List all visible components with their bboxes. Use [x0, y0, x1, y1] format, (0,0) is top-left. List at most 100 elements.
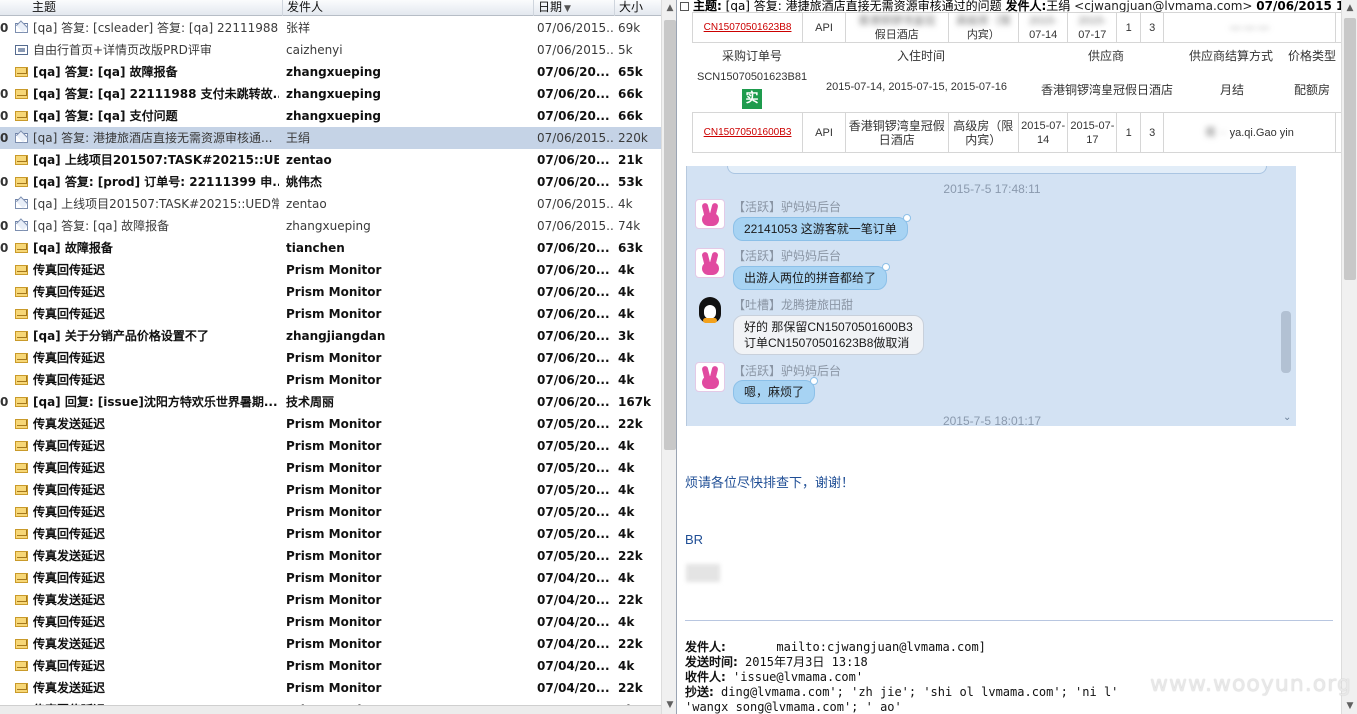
message-row[interactable]: 0 [qa] 答复: 港捷旅酒店直接无需资源审核通... 王绢 07/06/2015.… — [0, 127, 661, 149]
message-row[interactable]: [qa] 上线项目201507:TASK#20215::UED常... zenta… — [0, 193, 661, 215]
message-size: 66k — [618, 109, 643, 123]
message-row[interactable]: 0 [qa] 答复: [csleader] 答复: [qa] 22111988 .… — [0, 17, 661, 39]
message-row[interactable]: 传真回传延迟 Prism Monitor 07/06/20... 4k — [0, 259, 661, 281]
message-from: Prism Monitor — [286, 351, 382, 365]
order-qty-2: 1 — [1116, 112, 1141, 153]
order-qty: 1 — [1116, 12, 1141, 43]
previous-bubble — [727, 166, 1267, 174]
order-link[interactable]: CN15070501623B8 — [704, 22, 792, 33]
message-size: 22k — [618, 637, 643, 651]
column-header-from[interactable]: 发件人 — [282, 0, 533, 16]
message-row[interactable]: 传真回传延迟 Prism Monitor 07/05/20... 4k — [0, 479, 661, 501]
watermark: www.wooyun.org — [1150, 672, 1352, 697]
message-subject: [qa] 上线项目201507:TASK#20215::UED常... — [33, 197, 279, 211]
message-from: Prism Monitor — [286, 681, 382, 695]
message-list-hscrollbar[interactable] — [0, 705, 661, 714]
message-row[interactable]: 传真发送延迟 Prism Monitor 07/04/20... 22k — [0, 633, 661, 655]
message-row[interactable]: 传真发送延迟 Prism Monitor 07/04/20... 22k — [0, 677, 661, 699]
message-date: 07/06/2015... — [537, 43, 614, 57]
purchase-supplier: 香港铜锣湾皇冠假日酒店 — [1041, 83, 1174, 97]
message-size: 4k — [618, 505, 635, 519]
message-row[interactable]: 传真回传延迟 Prism Monitor 07/06/20... 4k — [0, 369, 661, 391]
message-date: 07/05/20... — [537, 549, 610, 563]
meta-sent-value: 2015年7月3日 13:18 — [745, 655, 868, 669]
attachment-flag-icon: 0 — [0, 109, 9, 123]
chat-text-2: 出游人两位的拼音都给了 — [744, 271, 877, 285]
message-row[interactable]: [qa] 关于分销产品价格设置不了 zhangjiangdan 07/06/20..… — [0, 325, 661, 347]
message-row[interactable]: 传真回传延迟 Prism Monitor 07/04/20... 4k — [0, 655, 661, 677]
message-row[interactable]: 传真回传延迟 Prism Monitor 07/04/20... 4k — [0, 567, 661, 589]
message-row[interactable]: 0 [qa] 答复: [qa] 22111988 支付未跳转故... zhangxu… — [0, 83, 661, 105]
scroll-thumb[interactable] — [1344, 18, 1356, 280]
message-list-scrollbar[interactable]: ▲ ▼ — [661, 0, 676, 714]
message-row[interactable]: 传真回传延迟 Prism Monitor 07/06/20... 4k — [0, 347, 661, 369]
message-row[interactable]: 传真发送延迟 Prism Monitor 07/05/20... 22k — [0, 413, 661, 435]
message-size: 4k — [618, 461, 635, 475]
scroll-down-arrow-icon[interactable]: ▼ — [1342, 698, 1357, 714]
message-row[interactable]: [qa] 答复: [qa] 故障报备 zhangxueping 07/06/20..… — [0, 61, 661, 83]
message-row[interactable]: 传真回传延迟 Prism Monitor 07/05/20... 4k — [0, 523, 661, 545]
message-subject: 传真回传延迟 — [33, 483, 106, 497]
unread-envelope-icon — [15, 529, 28, 539]
scroll-down-arrow-icon[interactable]: ▼ — [662, 697, 676, 714]
message-row[interactable]: 传真回传延迟 Prism Monitor 07/05/20... 4k — [0, 457, 661, 479]
message-row[interactable]: 传真回传延迟 Prism Monitor 07/05/20... 4k — [0, 501, 661, 523]
message-date: 07/06/2015... — [537, 197, 614, 211]
message-from: zhangxueping — [286, 87, 382, 101]
attachment-flag-icon: 0 — [0, 131, 9, 145]
column-header-subject[interactable]: 主题 — [0, 0, 282, 16]
unread-envelope-icon — [15, 177, 28, 187]
message-subject: [qa] 答复: [csleader] 答复: [qa] 22111988 ..… — [33, 21, 279, 35]
message-row[interactable]: 传真回传延迟 Prism Monitor 07/06/20... 4k — [0, 281, 661, 303]
reading-pane-scrollbar[interactable]: ▲ ▼ — [1341, 0, 1357, 714]
message-row[interactable]: 0 [qa] 回复: [issue]沈阳方特欢乐世界暑期... 技术周丽 07/06/… — [0, 391, 661, 413]
message-size: 4k — [618, 285, 635, 299]
message-subject: [qa] 答复: [qa] 支付问题 — [33, 109, 178, 123]
message-from: Prism Monitor — [286, 571, 382, 585]
message-size: 22k — [618, 417, 643, 431]
scroll-thumb[interactable] — [664, 20, 676, 450]
message-from: Prism Monitor — [286, 615, 382, 629]
message-row[interactable]: 0 [qa] 答复: [qa] 支付问题 zhangxueping 07/06/20.… — [0, 105, 661, 127]
message-row[interactable]: 0 [qa] 故障报备 tianchen 07/06/20... 63k — [0, 237, 661, 259]
unread-envelope-icon — [15, 67, 28, 77]
message-row[interactable]: 自由行首页+详情页改版PRD评审 caizhenyi 07/06/2015... 5k — [0, 39, 661, 61]
read-envelope-icon — [15, 199, 28, 209]
message-date: 07/06/20... — [537, 329, 610, 343]
purchase-dates: 2015-07-14, 2015-07-15, 2015-07-16 — [826, 81, 1008, 93]
unread-envelope-icon — [15, 331, 28, 341]
message-subject: [qa] 答复: [qa] 故障报备 — [33, 219, 170, 233]
attachment-flag-icon: 0 — [0, 395, 9, 409]
chat-bubble-3: 好的 那保留CN15070501600B3 订单CN15070501623B8做取… — [733, 315, 924, 355]
message-date: 07/04/20... — [537, 615, 610, 629]
message-date: 07/04/20... — [537, 593, 610, 607]
message-row[interactable]: 0 [qa] 答复: [qa] 故障报备 zhangxueping 07/06/201… — [0, 215, 661, 237]
message-date: 07/06/2015... — [537, 21, 614, 35]
scroll-up-arrow-icon[interactable]: ▲ — [662, 0, 676, 17]
message-subject: 传真回传延迟 — [33, 659, 106, 673]
message-from: 技术周丽 — [286, 395, 335, 409]
message-date: 07/05/20... — [537, 439, 610, 453]
unread-envelope-icon — [15, 441, 28, 451]
message-row[interactable]: 传真发送延迟 Prism Monitor 07/05/20... 22k — [0, 545, 661, 567]
order-link-2[interactable]: CN15070501600B3 — [704, 127, 792, 138]
message-row[interactable]: 传真回传延迟 Prism Monitor 07/05/20... 4k — [0, 435, 661, 457]
column-header-date[interactable]: 日期 ▼ — [533, 0, 614, 16]
message-row[interactable]: 0 [qa] 答复: [prod] 订单号: 22111399 申... 姚伟杰 07… — [0, 171, 661, 193]
message-from: zhangxueping — [286, 219, 371, 233]
message-date: 07/05/20... — [537, 505, 610, 519]
message-row[interactable]: 传真发送延迟 Prism Monitor 07/04/20... 22k — [0, 589, 661, 611]
message-subject: 传真发送延迟 — [33, 681, 106, 695]
message-list: 0 [qa] 答复: [csleader] 答复: [qa] 22111988 .… — [0, 17, 661, 714]
message-row[interactable]: [qa] 上线项目201507:TASK#20215::UE... zentao 0… — [0, 149, 661, 171]
order-nights-2: 3 — [1139, 112, 1165, 153]
scroll-up-arrow-icon[interactable]: ▲ — [1342, 0, 1357, 16]
chat-scroll-down-icon: ⌄ — [1283, 412, 1292, 423]
message-size: 69k — [618, 21, 641, 35]
message-size: 4k — [618, 307, 635, 321]
column-header-size[interactable]: 大小 — [614, 0, 661, 16]
unread-envelope-icon — [15, 485, 28, 495]
message-row[interactable]: 传真回传延迟 Prism Monitor 07/06/20... 4k — [0, 303, 661, 325]
message-row[interactable]: 传真回传延迟 Prism Monitor 07/04/20... 4k — [0, 611, 661, 633]
chat-bubble-2: 出游人两位的拼音都给了 — [733, 263, 891, 290]
